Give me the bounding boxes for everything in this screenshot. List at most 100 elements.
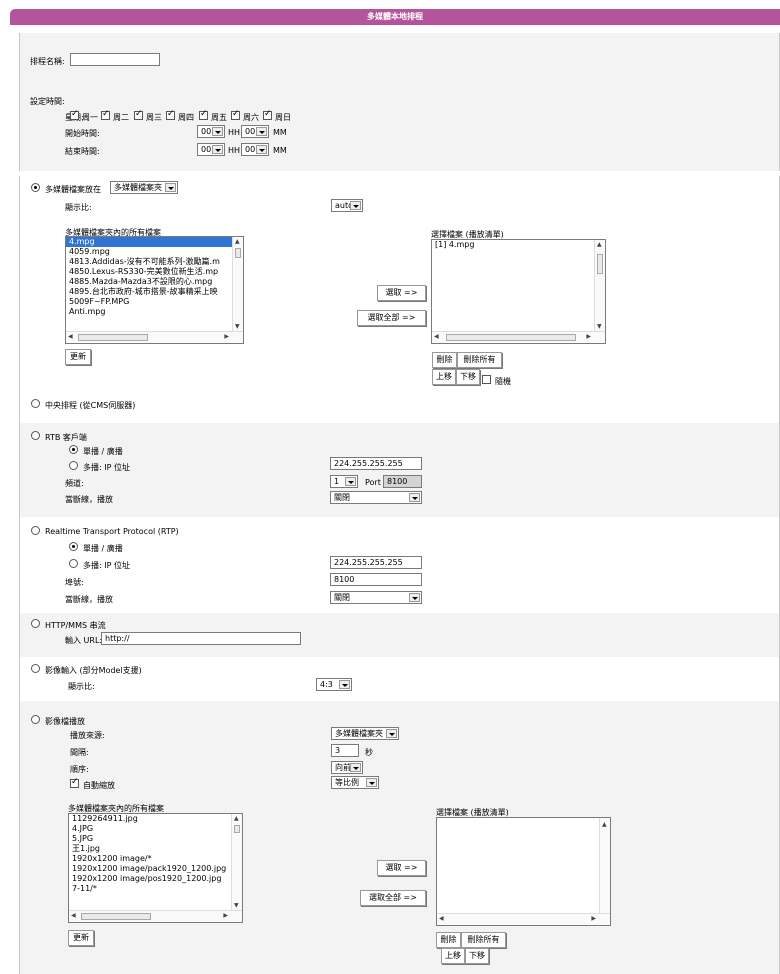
list-item[interactable]: 5.JPG [69,834,242,844]
rtp-port-input[interactable]: 8100 [330,573,422,586]
image-files-list[interactable]: 1129264911.jpg 4.JPG 5.JPG 王1.jpg 1920x1200 … [68,813,243,923]
multimedia-panel: 多媒體檔案放在 多媒體檔案夾 顯示比: auto 多媒體檔案夾內的所有檔案 4.… [19,176,780,395]
schedule-name-input[interactable] [70,53,160,66]
image-selected-list[interactable]: ▲ ◀ ▶ [436,817,611,926]
rtb-radio[interactable] [31,431,40,440]
delete-all-button[interactable]: 刪除所有 [457,352,502,368]
list-item[interactable]: 1920x1200 image/pack1920_1200.jpg [69,864,242,874]
move-up-button[interactable]: 上移 [432,369,456,385]
scale-mode-select[interactable]: 等比例 [331,776,379,789]
multimedia-radio[interactable] [31,183,40,192]
move-down-button[interactable]: 下移 [456,369,480,385]
interval-input[interactable]: 3 [331,744,359,757]
source-select[interactable]: 多媒體檔案夾 [331,727,399,740]
end-hour-select[interactable]: 00 [197,143,225,156]
list-item[interactable]: 4813.Addidas-沒有不可能系列-激勵篇.m [66,257,243,267]
end-hour-value: 00 [201,145,212,154]
image-delete-all-button[interactable]: 刪除所有 [461,932,506,948]
rtb-port-input[interactable]: 8100 [383,475,422,488]
refresh-button[interactable]: 更新 [65,349,91,365]
random-label: 隨機 [495,377,511,386]
selected-horizontal-scrollbar[interactable]: ◀ ▶ [432,331,605,343]
list-item[interactable]: 1920x1200 image/pos1920_1200.jpg [69,874,242,884]
http-panel: HTTP/MMS 串流 輸入 URL: http:// [19,613,780,657]
image-pick-all-button[interactable]: 選取全部 => [360,890,426,906]
files-vertical-scrollbar[interactable]: ▲ ▼ [232,237,243,331]
list-item[interactable]: 4.mpg [66,237,243,247]
weekday-checkbox[interactable] [199,109,208,120]
image-delete-button[interactable]: 刪除 [436,932,461,948]
video-input-radio[interactable] [31,664,40,673]
image-move-up-button[interactable]: 上移 [441,948,465,964]
video-ratio-value: 4:3 [320,680,333,689]
list-item[interactable]: 1129264911.jpg [69,814,242,824]
image-radio[interactable] [31,715,40,724]
list-item[interactable]: Anti.mpg [66,307,243,317]
files-horizontal-scrollbar[interactable]: ◀ ▶ [66,331,243,343]
end-minute-select[interactable]: 00 [241,143,269,156]
list-item[interactable]: 4885.Mazda-Mazda3不設限的心.mpg [66,277,243,287]
start-minute-value: 00 [245,127,256,136]
selected-files-list[interactable]: [1] 4.mpg ▲ ▼ ◀ ▶ [431,239,606,344]
weekday-label: 周二 [113,113,129,122]
selected-vertical-scrollbar[interactable]: ▲ ▼ [594,240,605,331]
rtb-port-label: Port [365,478,381,487]
rtp-offline-select[interactable]: 關閉 [330,591,422,604]
image-files-vertical-scrollbar[interactable]: ▲ ▼ [231,814,242,910]
chevron-down-icon [409,493,420,502]
weekday-checkbox[interactable] [101,109,110,120]
pick-all-button[interactable]: 選取全部 => [357,310,426,326]
multimedia-location-select[interactable]: 多媒體檔案夾 [110,181,178,194]
weekday-checkbox[interactable] [70,109,79,120]
pick-button[interactable]: 選取 => [377,285,426,301]
list-item[interactable]: 4895.台北市政府-城市搭景-故事精采上映 [66,287,243,297]
start-minute-select[interactable]: 00 [241,125,269,138]
weekday-checkbox[interactable] [166,109,175,120]
weekday-checkbox[interactable] [231,109,240,120]
rtb-ip-input[interactable]: 224.255.255.255 [330,457,422,470]
rtb-offline-select[interactable]: 關閉 [330,491,422,504]
image-refresh-button[interactable]: 更新 [68,930,94,946]
weekday-checkbox[interactable] [134,109,143,120]
image-pick-button[interactable]: 選取 => [377,860,426,876]
rtb-unicast-radio[interactable] [69,445,78,454]
rtb-channel-select[interactable]: 1 [330,475,358,488]
http-radio[interactable] [31,619,40,628]
list-item[interactable]: 5009F~FP.MPG [66,297,243,307]
list-item[interactable]: 1920x1200 image/* [69,854,242,864]
video-ratio-select[interactable]: 4:3 [316,678,352,691]
rtp-unicast-radio[interactable] [69,542,78,551]
central-radio[interactable] [31,399,40,408]
rtp-radio[interactable] [31,526,40,535]
url-input[interactable]: http:// [101,632,301,645]
image-files-horizontal-scrollbar[interactable]: ◀ ▶ [69,910,242,922]
rtb-label: RTB 客戶端 [45,433,87,442]
image-move-down-button[interactable]: 下移 [465,948,489,964]
start-hour-select[interactable]: 00 [197,125,225,138]
random-checkbox[interactable] [482,375,491,384]
delete-button[interactable]: 刪除 [432,352,457,368]
video-input-label: 影像輸入 (部分Model支援) [45,666,142,675]
source-label: 播放來源: [70,731,105,740]
list-item[interactable]: 4.JPG [69,824,242,834]
weekday-checkbox[interactable] [263,109,272,120]
image-selected-vertical-scrollbar[interactable]: ▲ [599,818,610,913]
list-item[interactable]: 王1.jpg [69,844,242,854]
start-hour-value: 00 [201,127,212,136]
rtb-offline-label: 當斷線，播放 [65,495,113,504]
rtb-offline-value: 關閉 [334,493,350,502]
list-item[interactable]: 7-11/* [69,884,242,894]
image-selected-horizontal-scrollbar[interactable]: ◀ ▶ [437,913,610,925]
rtp-multicast-radio[interactable] [69,559,78,568]
weekday-label: 周四 [178,113,194,122]
list-item[interactable]: [1] 4.mpg [432,240,605,250]
list-item[interactable]: 4850.Lexus-RS330-完美數位新生活.mp [66,267,243,277]
chevron-down-icon [212,127,223,136]
order-select[interactable]: 向前 [331,761,363,774]
autoscale-checkbox[interactable] [70,777,79,788]
display-ratio-select[interactable]: auto [331,199,363,212]
all-files-list[interactable]: 4.mpg 4059.mpg 4813.Addidas-沒有不可能系列-激勵篇.m 4… [65,236,244,344]
list-item[interactable]: 4059.mpg [66,247,243,257]
rtp-ip-input[interactable]: 224.255.255.255 [330,556,422,569]
rtb-multicast-radio[interactable] [69,461,78,470]
